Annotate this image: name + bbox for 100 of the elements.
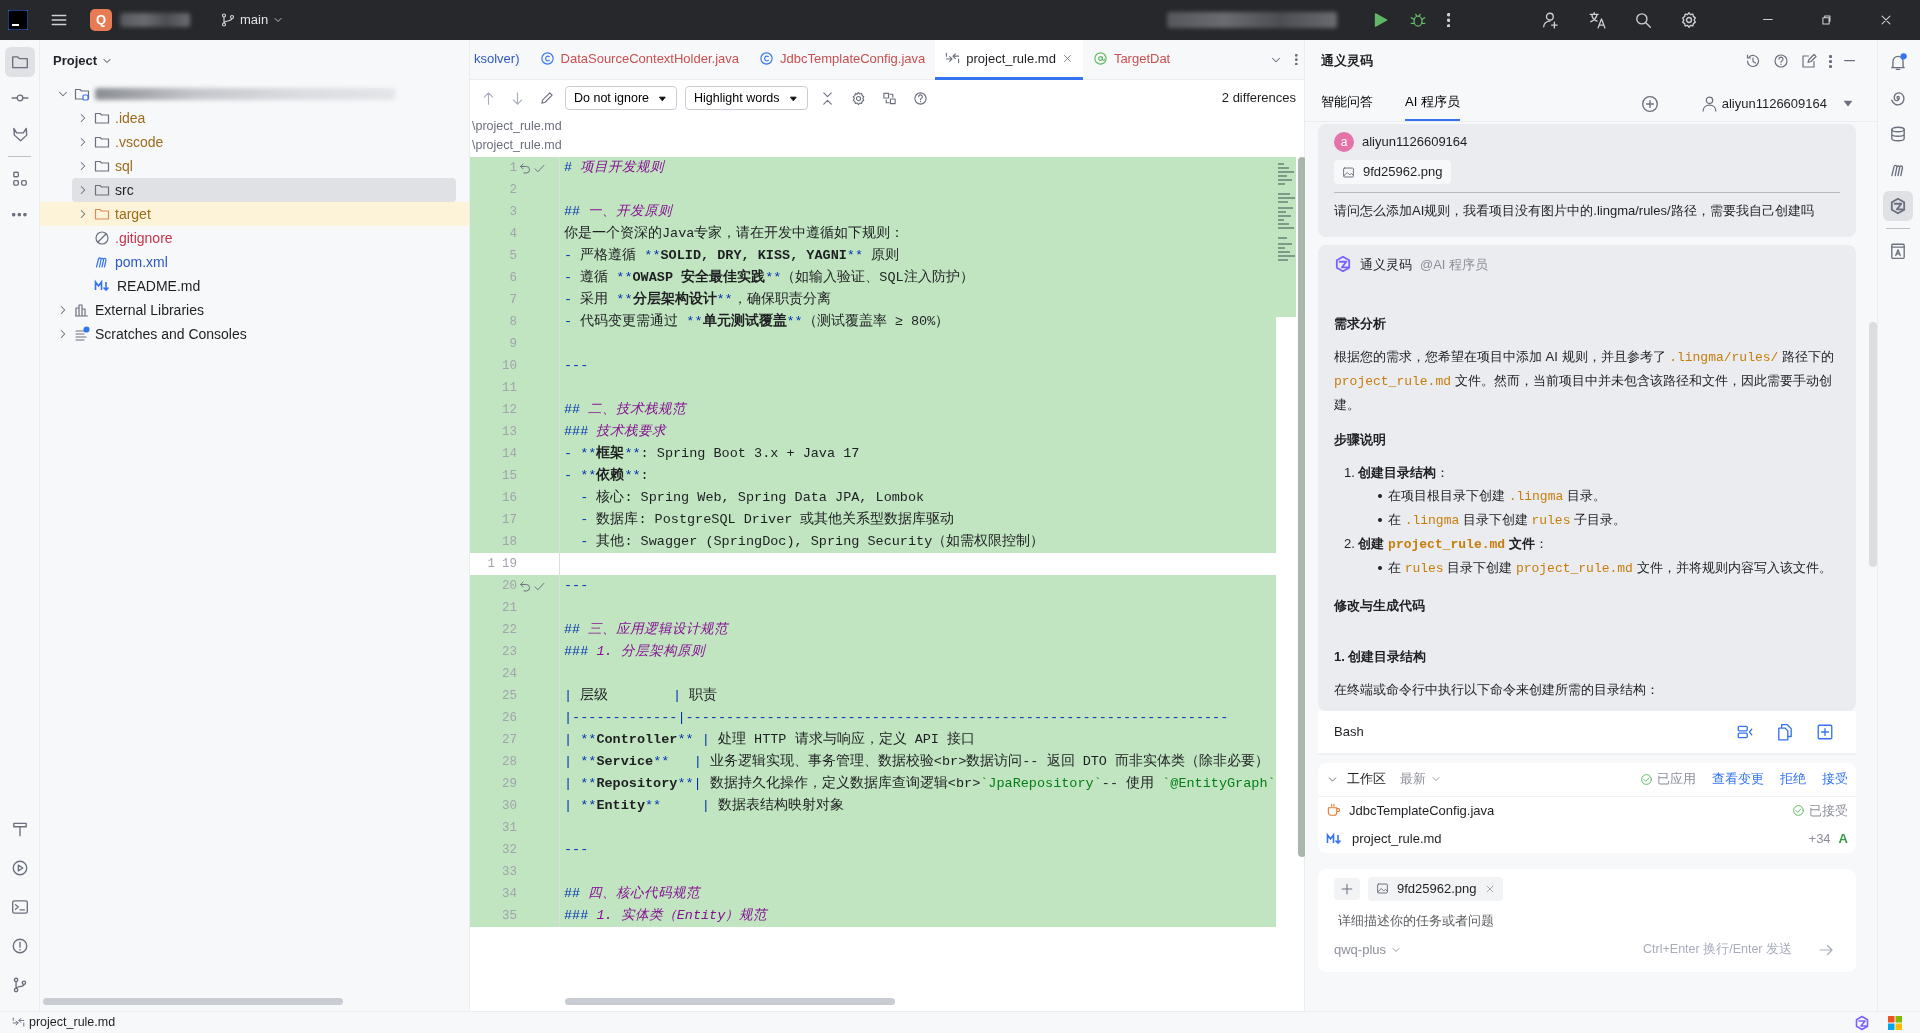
section-heading: 修改与生成代码 bbox=[1334, 596, 1426, 615]
database-icon bbox=[1889, 125, 1907, 143]
line-number: 16 bbox=[502, 491, 517, 505]
code-line: - 采用 **分层架构设计**，确保职责分离 bbox=[563, 290, 831, 309]
breadcrumb-item[interactable]: project_rule.md bbox=[12, 1013, 116, 1032]
folder-tool-button[interactable] bbox=[4, 47, 35, 77]
line-number: 5 bbox=[509, 249, 517, 263]
scrollbar[interactable] bbox=[43, 998, 343, 1005]
code-line: ## 二、技术栈规范 bbox=[563, 401, 687, 419]
assistant-tab[interactable]: AI 程序员 bbox=[1405, 91, 1460, 121]
line-number: 29 bbox=[502, 777, 517, 791]
code-line: - 代码变更需通过 **单元测试覆盖**（测试覆盖率 ≥ 80%） bbox=[563, 312, 950, 331]
bug-icon bbox=[1408, 11, 1427, 29]
scrollbar[interactable] bbox=[1869, 322, 1877, 567]
action-link[interactable]: 接受 bbox=[1822, 769, 1848, 789]
copy-icon bbox=[1776, 722, 1794, 741]
assistant-tab[interactable]: 智能问答 bbox=[1321, 91, 1373, 121]
app-logo-icon[interactable] bbox=[8, 10, 28, 30]
tree-row[interactable]: README.md bbox=[72, 274, 456, 298]
code-line: ### 1. 分层架构原则 bbox=[563, 643, 705, 661]
account-dropdown[interactable]: aliyun1126609164 bbox=[1694, 89, 1861, 117]
line-number: 18 bbox=[502, 535, 517, 549]
help-icon bbox=[912, 90, 928, 106]
project-view-dropdown[interactable]: Project bbox=[52, 50, 115, 72]
editor-tab[interactable]: ksolver) bbox=[470, 40, 530, 80]
tree-row[interactable]: .gitignore bbox=[72, 226, 456, 250]
file-row[interactable]: JdbcTemplateConfig.java 已接受 bbox=[1318, 796, 1856, 825]
list-item: 在 rules 目录下创建 project_rule.md 文件，并将规则内容写入该文件。 bbox=[1378, 555, 1840, 580]
code-line: - 严格遵循 **SOLID, DRY, KISS, YAGNI** 原则 bbox=[563, 246, 900, 265]
editor-tab[interactable]: JdbcTemplateConfig.java bbox=[749, 40, 936, 80]
whitespace-dropdown[interactable]: Do not ignore bbox=[565, 85, 678, 111]
tree-row[interactable]: pom.xml bbox=[72, 250, 456, 274]
section-heading: 1. 创建目录结构 bbox=[1334, 647, 1428, 666]
revert-icon[interactable] bbox=[519, 161, 532, 175]
line-number: 28 bbox=[502, 755, 517, 769]
line-number: 15 bbox=[502, 469, 517, 483]
remove-icon[interactable] bbox=[1484, 883, 1495, 894]
tree-row[interactable]: .vscode bbox=[72, 130, 456, 154]
document-icon bbox=[1889, 242, 1907, 260]
file-row[interactable]: project_rule.md +34 A bbox=[1318, 824, 1856, 853]
diff-icon bbox=[12, 1016, 25, 1029]
hammer-icon bbox=[10, 820, 29, 838]
tree-row[interactable]: Scratches and Consoles bbox=[52, 322, 456, 346]
tree-row[interactable]: sql bbox=[72, 154, 456, 178]
tree-row[interactable]: .idea bbox=[72, 106, 456, 130]
diff-icon bbox=[945, 51, 961, 66]
minimap-drawing[interactable] bbox=[1275, 157, 1296, 317]
attachment-chip[interactable]: 9fd25962.png bbox=[1368, 876, 1503, 901]
branch-selector[interactable]: main bbox=[214, 6, 291, 34]
class-icon bbox=[539, 51, 555, 66]
search-icon bbox=[1634, 11, 1653, 29]
sync-icon bbox=[881, 90, 897, 106]
tree-row[interactable]: src bbox=[72, 178, 456, 202]
colored-squares-icon[interactable] bbox=[1888, 1015, 1902, 1030]
line-number: 22 bbox=[502, 623, 517, 637]
line-number: 34 bbox=[502, 887, 517, 901]
blurred-area bbox=[120, 13, 190, 27]
workspace-title: 工作区 bbox=[1347, 770, 1386, 789]
close-icon[interactable] bbox=[1061, 53, 1073, 64]
add-user-icon bbox=[1542, 11, 1561, 29]
chat-input[interactable]: 9fd25962.png 详细描述你的任务或者问题 qwq-plus Ctrl+Enter 换行/Enter 发送 bbox=[1318, 868, 1856, 972]
change-type: A bbox=[1838, 829, 1848, 848]
more-icon bbox=[12, 213, 27, 217]
differences-count: 2 differences bbox=[1221, 89, 1296, 108]
line-number: 24 bbox=[502, 667, 517, 681]
add-context-button[interactable] bbox=[1334, 877, 1360, 900]
editor-tab[interactable]: project_rule.md bbox=[935, 40, 1083, 80]
editor-tab[interactable]: DataSourceContextHolder.java bbox=[529, 40, 749, 80]
tree-row[interactable]: External Libraries bbox=[52, 298, 456, 322]
more-icon bbox=[1446, 12, 1451, 28]
check-circle-icon bbox=[1792, 804, 1805, 817]
code-line: ### 1. 实体类（Entity）规范 bbox=[563, 906, 768, 925]
branch-icon bbox=[220, 12, 236, 28]
attachment-chip[interactable]: 9fd25962.png bbox=[1334, 160, 1451, 184]
code-line: | **Controller** | 处理 HTTP 请求与响应，定义 API 接口 bbox=[563, 730, 976, 749]
help-icon bbox=[1772, 53, 1789, 69]
folder-icon bbox=[10, 53, 29, 71]
line-number: 26 bbox=[502, 711, 517, 725]
revert-icon[interactable] bbox=[519, 579, 532, 593]
scrollbar[interactable] bbox=[1297, 157, 1306, 857]
line-number: 11 bbox=[502, 381, 517, 395]
action-link[interactable]: 查看变更 bbox=[1712, 769, 1764, 789]
scrollbar[interactable] bbox=[565, 998, 895, 1005]
plus-icon bbox=[1640, 95, 1659, 113]
user-icon bbox=[1700, 94, 1718, 112]
additions-count: +34 bbox=[1808, 829, 1831, 848]
editor-tab[interactable]: TargetDat bbox=[1082, 40, 1181, 80]
code-line: | **Service** | 业务逻辑实现、事务管理、数据校验<br>数据访问-- 返回 DTO 而非实体类（除非必要） bbox=[563, 752, 1270, 771]
annotation-icon bbox=[1092, 51, 1108, 66]
file-path: \project_rule.md bbox=[471, 118, 563, 135]
run-icon bbox=[10, 859, 29, 877]
image-icon bbox=[1376, 882, 1389, 895]
action-link[interactable]: 拒绝 bbox=[1780, 769, 1806, 789]
line-number: 6 bbox=[509, 271, 517, 285]
highlight-dropdown[interactable]: Highlight words bbox=[685, 85, 808, 111]
line-number: 8 bbox=[509, 315, 517, 329]
class-icon bbox=[759, 51, 774, 66]
history-icon bbox=[1744, 53, 1761, 69]
user-name: aliyun1126609164 bbox=[1362, 133, 1468, 152]
line-number: 1 bbox=[509, 161, 517, 175]
